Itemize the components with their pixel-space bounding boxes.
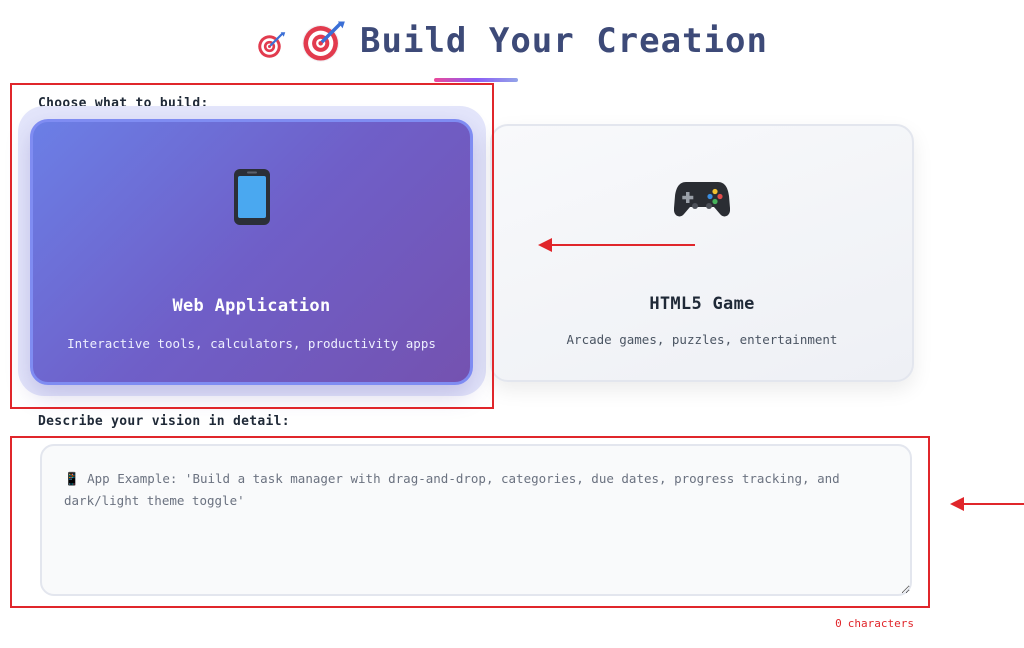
character-count-unit: characters	[847, 617, 914, 630]
page-title: Build Your Creation	[360, 21, 768, 61]
annotation-box-textarea	[10, 436, 930, 608]
annotation-arrow-left-icon	[950, 497, 1024, 511]
option-description: Arcade games, puzzles, entertainment	[566, 332, 838, 347]
character-counter: 0 characters	[800, 617, 914, 630]
dart-target-icon	[258, 32, 286, 58]
describe-label: Describe your vision in detail:	[38, 414, 290, 429]
page-header: Build Your Creation	[0, 18, 1024, 64]
game-controller-icon	[674, 182, 730, 217]
dart-target-icon	[302, 21, 345, 62]
annotation-arrow-left-icon	[538, 238, 695, 252]
option-title: HTML5 Game	[649, 294, 755, 314]
title-underline	[434, 78, 518, 82]
option-card-html5-game[interactable]: HTML5 Game Arcade games, puzzles, entert…	[490, 124, 914, 382]
page: Build Your Creation Choose what to build…	[0, 0, 1024, 648]
annotation-box-options	[10, 83, 494, 409]
character-count-value: 0	[835, 617, 842, 630]
